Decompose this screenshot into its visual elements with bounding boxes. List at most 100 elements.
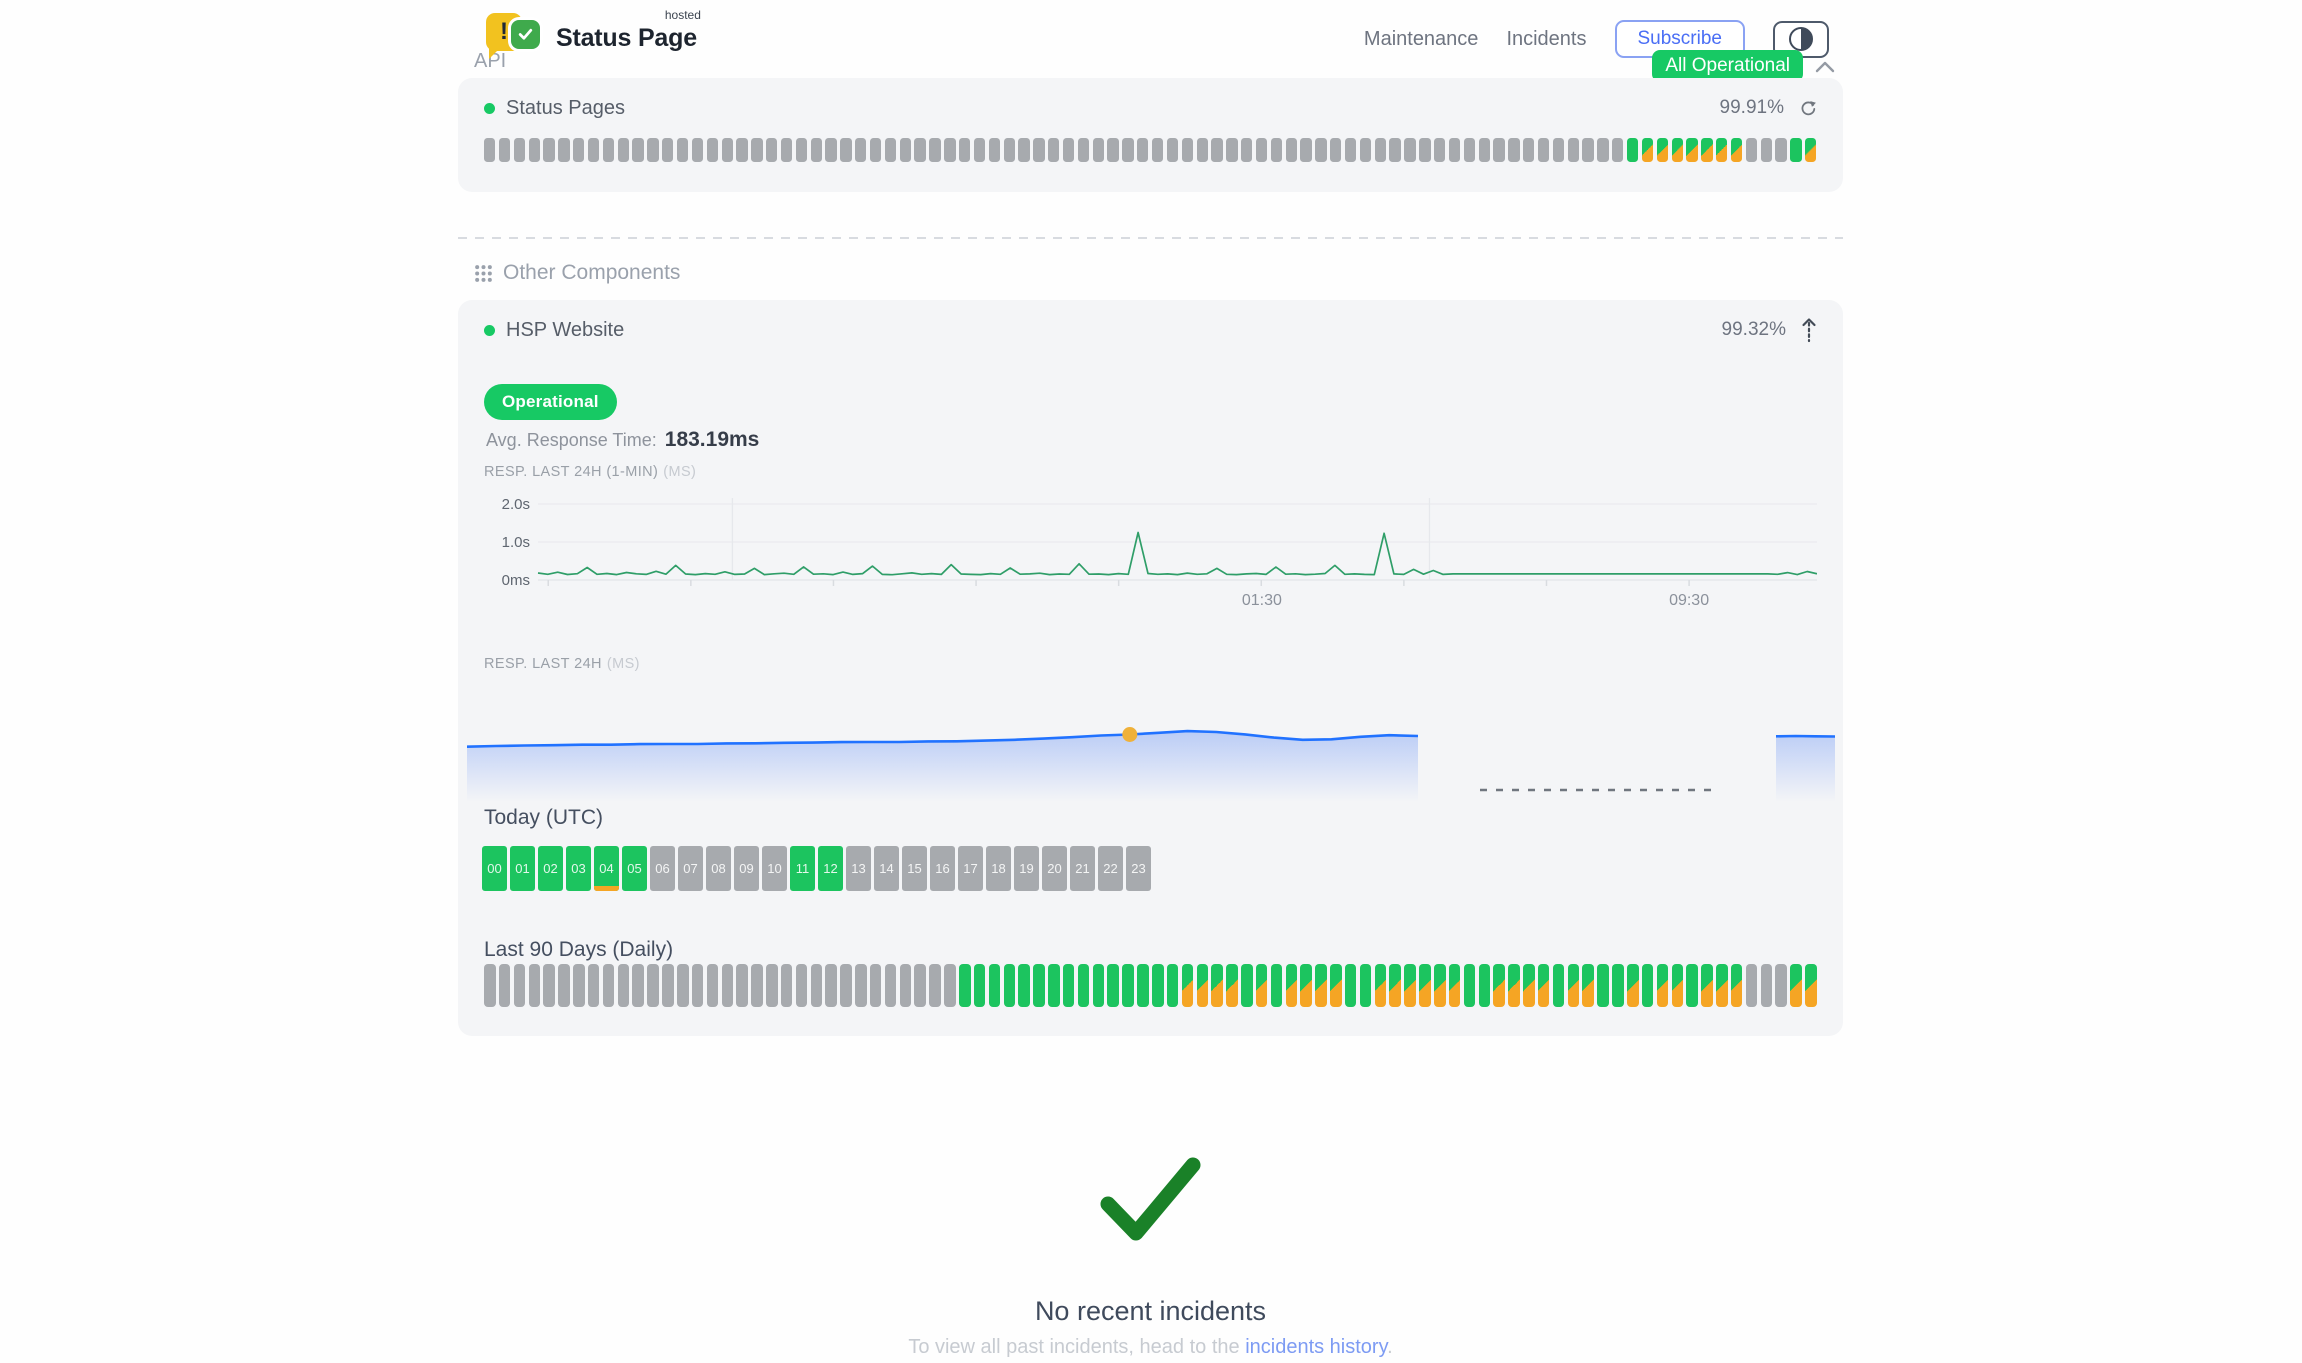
- response-time-line-chart[interactable]: 2.0s1.0s0ms01:3009:30: [484, 490, 1817, 616]
- day-block[interactable]: [1597, 964, 1609, 1007]
- uptime-bar[interactable]: [1256, 138, 1267, 162]
- day-block[interactable]: [514, 964, 526, 1007]
- day-block[interactable]: [1182, 964, 1194, 1007]
- hour-block-02[interactable]: 02: [538, 846, 563, 891]
- day-block[interactable]: [974, 964, 986, 1007]
- day-block[interactable]: [1152, 964, 1164, 1007]
- day-block[interactable]: [1271, 964, 1283, 1007]
- hour-block-11[interactable]: 11: [790, 846, 815, 891]
- uptime-bar[interactable]: [796, 138, 807, 162]
- day-block[interactable]: [1241, 964, 1253, 1007]
- uptime-bar[interactable]: [1241, 138, 1252, 162]
- uptime-bar[interactable]: [1078, 138, 1089, 162]
- refresh-icon[interactable]: [1799, 99, 1817, 117]
- day-block[interactable]: [1731, 964, 1743, 1007]
- day-block[interactable]: [1256, 964, 1268, 1007]
- uptime-bar[interactable]: [1716, 138, 1727, 162]
- day-block[interactable]: [1642, 964, 1654, 1007]
- uptime-bar[interactable]: [1315, 138, 1326, 162]
- day-block[interactable]: [692, 964, 704, 1007]
- uptime-bar[interactable]: [1211, 138, 1222, 162]
- uptime-bar[interactable]: [1790, 138, 1801, 162]
- hour-block-14[interactable]: 14: [874, 846, 899, 891]
- hour-block-08[interactable]: 08: [706, 846, 731, 891]
- uptime-bar[interactable]: [1048, 138, 1059, 162]
- day-block[interactable]: [618, 964, 630, 1007]
- hour-block-00[interactable]: 00: [482, 846, 507, 891]
- uptime-bar[interactable]: [1627, 138, 1638, 162]
- uptime-bar[interactable]: [989, 138, 1000, 162]
- uptime-bar[interactable]: [1226, 138, 1237, 162]
- day-block[interactable]: [632, 964, 644, 1007]
- hour-block-07[interactable]: 07: [678, 846, 703, 891]
- day-block[interactable]: [573, 964, 585, 1007]
- uptime-bar[interactable]: [1657, 138, 1668, 162]
- uptime-bar[interactable]: [1582, 138, 1593, 162]
- day-block[interactable]: [840, 964, 852, 1007]
- hour-block-19[interactable]: 19: [1014, 846, 1039, 891]
- day-block[interactable]: [588, 964, 600, 1007]
- uptime-bar[interactable]: [1152, 138, 1163, 162]
- day-block[interactable]: [825, 964, 837, 1007]
- uptime-bar[interactable]: [825, 138, 836, 162]
- hour-block-21[interactable]: 21: [1070, 846, 1095, 891]
- arrow-up-icon[interactable]: [1801, 317, 1817, 343]
- uptime-bar[interactable]: [499, 138, 510, 162]
- uptime-bar[interactable]: [1004, 138, 1015, 162]
- hour-block-22[interactable]: 22: [1098, 846, 1123, 891]
- uptime-bar[interactable]: [722, 138, 733, 162]
- response-time-area-chart[interactable]: [467, 678, 1835, 818]
- hour-block-15[interactable]: 15: [902, 846, 927, 891]
- day-block[interactable]: [1286, 964, 1298, 1007]
- day-block[interactable]: [870, 964, 882, 1007]
- uptime-bar[interactable]: [959, 138, 970, 162]
- day-block[interactable]: [855, 964, 867, 1007]
- day-block[interactable]: [944, 964, 956, 1007]
- day-block[interactable]: [558, 964, 570, 1007]
- day-block[interactable]: [1093, 964, 1105, 1007]
- day-block[interactable]: [1568, 964, 1580, 1007]
- uptime-bar[interactable]: [707, 138, 718, 162]
- uptime-bar[interactable]: [1107, 138, 1118, 162]
- uptime-bar[interactable]: [1167, 138, 1178, 162]
- hour-block-03[interactable]: 03: [566, 846, 591, 891]
- uptime-bar[interactable]: [1389, 138, 1400, 162]
- uptime-bar[interactable]: [1300, 138, 1311, 162]
- day-block[interactable]: [1048, 964, 1060, 1007]
- uptime-bar[interactable]: [1137, 138, 1148, 162]
- hour-block-04[interactable]: 04: [594, 846, 619, 891]
- day-block[interactable]: [885, 964, 897, 1007]
- uptime-bar[interactable]: [618, 138, 629, 162]
- uptime-bar[interactable]: [1686, 138, 1697, 162]
- day-block[interactable]: [1004, 964, 1016, 1007]
- uptime-bar[interactable]: [1375, 138, 1386, 162]
- uptime-bar[interactable]: [1672, 138, 1683, 162]
- uptime-bar[interactable]: [1018, 138, 1029, 162]
- uptime-bar[interactable]: [929, 138, 940, 162]
- day-block[interactable]: [959, 964, 971, 1007]
- uptime-bar[interactable]: [811, 138, 822, 162]
- day-block[interactable]: [1657, 964, 1669, 1007]
- uptime-bar[interactable]: [1701, 138, 1712, 162]
- uptime-bar[interactable]: [855, 138, 866, 162]
- uptime-bar[interactable]: [1553, 138, 1564, 162]
- uptime-bar[interactable]: [1419, 138, 1430, 162]
- uptime-bar[interactable]: [692, 138, 703, 162]
- day-block[interactable]: [1508, 964, 1520, 1007]
- day-block[interactable]: [914, 964, 926, 1007]
- day-block[interactable]: [781, 964, 793, 1007]
- day-block[interactable]: [707, 964, 719, 1007]
- uptime-bar[interactable]: [1404, 138, 1415, 162]
- day-block[interactable]: [1330, 964, 1342, 1007]
- day-block[interactable]: [1493, 964, 1505, 1007]
- uptime-bar[interactable]: [1642, 138, 1653, 162]
- nav-maintenance[interactable]: Maintenance: [1364, 28, 1479, 51]
- day-block[interactable]: [900, 964, 912, 1007]
- uptime-bar[interactable]: [736, 138, 747, 162]
- uptime-bar[interactable]: [1508, 138, 1519, 162]
- day-block[interactable]: [1479, 964, 1491, 1007]
- uptime-bar[interactable]: [1761, 138, 1772, 162]
- uptime-bar[interactable]: [632, 138, 643, 162]
- day-block[interactable]: [677, 964, 689, 1007]
- day-block[interactable]: [751, 964, 763, 1007]
